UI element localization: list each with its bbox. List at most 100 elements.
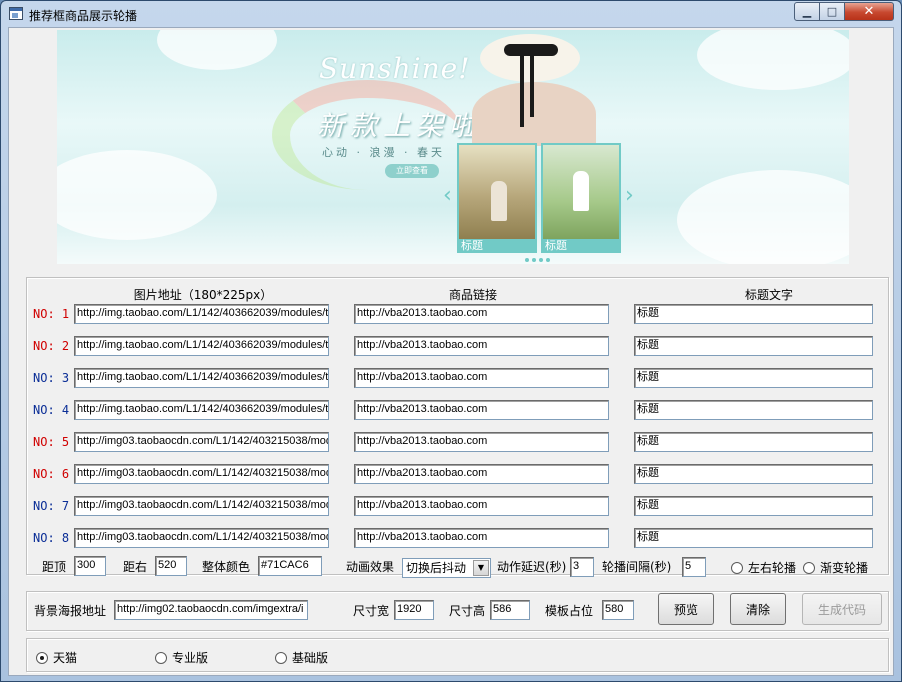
close-button[interactable]: ✕	[844, 2, 894, 21]
width-label: 尺寸宽	[353, 604, 390, 618]
image-url-input[interactable]: http://img.taobao.com/L1/142/403662039/m…	[74, 368, 329, 388]
app-icon[interactable]	[9, 7, 23, 20]
carousel-dot[interactable]	[539, 258, 543, 262]
height-label: 尺寸高	[449, 604, 486, 618]
product-link-input[interactable]: http://vba2013.taobao.com	[354, 304, 609, 324]
title-text-input[interactable]: 标题	[634, 368, 873, 388]
row-number-label: NO: 4	[33, 403, 70, 417]
right-offset-input[interactable]: 520	[155, 556, 187, 576]
ribbon	[530, 52, 534, 117]
product-link-input[interactable]: http://vba2013.taobao.com	[354, 432, 609, 452]
width-input[interactable]: 1920	[394, 600, 434, 620]
carousel-next-icon[interactable]: ›	[625, 185, 634, 207]
animation-select-value: 切换后抖动	[406, 561, 467, 575]
radio-indicator[interactable]	[731, 561, 743, 574]
row-number-label: NO: 5	[33, 435, 70, 449]
delay-label: 动作延迟(秒)	[497, 560, 567, 574]
chevron-down-icon[interactable]: ▼	[473, 560, 489, 576]
carousel-dot[interactable]	[532, 258, 536, 262]
radio-fade[interactable]: 渐变轮播	[803, 559, 868, 576]
template-input[interactable]: 580	[602, 600, 634, 620]
row-number-label: NO: 3	[33, 371, 70, 385]
radio-indicator[interactable]	[803, 561, 815, 574]
image-url-input[interactable]: http://img03.taobaocdn.com/L1/142/403215…	[74, 528, 329, 548]
title-text-input[interactable]: 标题	[634, 432, 873, 452]
row-number-label: NO: 1	[33, 307, 70, 321]
clear-button[interactable]: 清除	[730, 593, 786, 625]
product-link-input[interactable]: http://vba2013.taobao.com	[354, 496, 609, 516]
preview-button[interactable]: 预览	[658, 593, 714, 625]
cloud	[697, 30, 849, 90]
app-window: 推荐框商品展示轮播 ▁ □ ✕ Sunshine! 新款上架啦 心动 · 浪漫 …	[0, 0, 902, 682]
maximize-button[interactable]: □	[819, 2, 845, 21]
color-input[interactable]: #71CAC6	[258, 556, 322, 576]
title-text-input[interactable]: 标题	[634, 304, 873, 324]
model-illustration	[462, 30, 612, 146]
title-bar[interactable]: 推荐框商品展示轮播 ▁ □ ✕	[1, 1, 901, 27]
product-link-input[interactable]: http://vba2013.taobao.com	[354, 400, 609, 420]
client-area: Sunshine! 新款上架啦 心动 · 浪漫 · 春天 立即查看 ‹ 标题 标…	[8, 27, 894, 676]
title-text-input[interactable]: 标题	[634, 400, 873, 420]
delay-input[interactable]: 3	[570, 557, 594, 577]
radio-tmall[interactable]: 天猫	[36, 649, 77, 666]
height-input[interactable]: 586	[490, 600, 530, 620]
banner-preview: Sunshine! 新款上架啦 心动 · 浪漫 · 春天 立即查看 ‹ 标题 标…	[57, 30, 849, 264]
image-url-input[interactable]: http://img03.taobaocdn.com/L1/142/403215…	[74, 432, 329, 452]
ribbon	[520, 52, 524, 127]
thumb-figure	[491, 181, 507, 221]
background-group: 背景海报地址 http://img02.taobaocdn.com/imgext…	[26, 591, 889, 631]
thumb-figure	[573, 171, 589, 211]
template-label: 模板占位	[545, 604, 594, 618]
column-header-link: 商品链接	[448, 288, 497, 302]
model-shoulders	[472, 82, 596, 146]
carousel-dots	[525, 258, 550, 262]
top-label: 距顶	[42, 560, 67, 574]
thumb-image	[543, 145, 619, 239]
generate-code-button[interactable]: 生成代码	[802, 593, 882, 625]
cloud	[157, 30, 277, 70]
title-text-input[interactable]: 标题	[634, 464, 873, 484]
carousel-dot[interactable]	[546, 258, 550, 262]
title-text-input[interactable]: 标题	[634, 336, 873, 356]
carousel-dot[interactable]	[525, 258, 529, 262]
product-link-input[interactable]: http://vba2013.taobao.com	[354, 336, 609, 356]
title-text-input[interactable]: 标题	[634, 496, 873, 516]
thumb-caption: 标题	[461, 239, 483, 252]
row-number-label: NO: 6	[33, 467, 70, 481]
carousel-thumb[interactable]: 标题	[541, 143, 621, 253]
image-url-input[interactable]: http://img03.taobaocdn.com/L1/142/403215…	[74, 496, 329, 516]
product-link-input[interactable]: http://vba2013.taobao.com	[354, 464, 609, 484]
radio-indicator[interactable]	[155, 651, 167, 664]
product-link-input[interactable]: http://vba2013.taobao.com	[354, 368, 609, 388]
image-url-input[interactable]: http://img.taobao.com/L1/142/403662039/m…	[74, 400, 329, 420]
row-number-label: NO: 8	[33, 531, 70, 545]
radio-basic[interactable]: 基础版	[275, 649, 328, 666]
row-number-label: NO: 7	[33, 499, 70, 513]
carousel-thumb[interactable]: 标题	[457, 143, 537, 253]
animation-label: 动画效果	[346, 560, 395, 574]
color-label: 整体颜色	[202, 560, 251, 574]
image-url-input[interactable]: http://img.taobao.com/L1/142/403662039/m…	[74, 304, 329, 324]
right-label: 距右	[123, 560, 148, 574]
banner-pill-button[interactable]: 立即查看	[385, 164, 439, 178]
radio-pro-label: 专业版	[172, 651, 209, 665]
radio-indicator[interactable]	[36, 651, 48, 664]
product-link-input[interactable]: http://vba2013.taobao.com	[354, 528, 609, 548]
title-text-input[interactable]: 标题	[634, 528, 873, 548]
column-header-image: 图片地址（180*225px）	[133, 288, 273, 302]
minimize-button[interactable]: ▁	[794, 2, 820, 21]
animation-select[interactable]: 切换后抖动 ▼	[402, 558, 491, 578]
interval-input[interactable]: 5	[682, 557, 706, 577]
top-offset-input[interactable]: 300	[74, 556, 106, 576]
window-title: 推荐框商品展示轮播	[29, 9, 138, 23]
background-url-input[interactable]: http://img02.taobaocdn.com/imgextra/i	[114, 600, 308, 620]
radio-left-right[interactable]: 左右轮播	[731, 559, 796, 576]
cloud	[677, 170, 849, 264]
radio-indicator[interactable]	[275, 651, 287, 664]
cloud	[57, 150, 217, 240]
image-url-input[interactable]: http://img.taobao.com/L1/142/403662039/m…	[74, 336, 329, 356]
radio-pro[interactable]: 专业版	[155, 649, 208, 666]
image-url-input[interactable]: http://img03.taobaocdn.com/L1/142/403215…	[74, 464, 329, 484]
background-url-label: 背景海报地址	[34, 604, 107, 618]
carousel-prev-icon[interactable]: ‹	[443, 185, 452, 207]
